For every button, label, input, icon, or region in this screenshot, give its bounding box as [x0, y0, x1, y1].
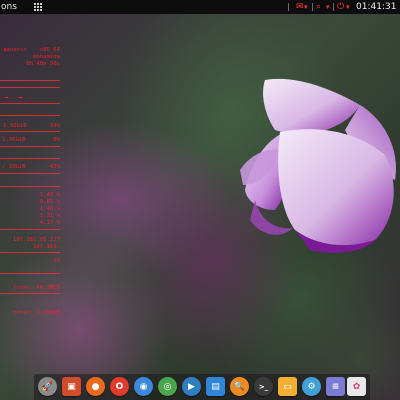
settings-icon[interactable]: ⚙ [302, 377, 321, 396]
local-ip: 197.181. [33, 244, 60, 250]
kernel-arch: x86_64 [39, 47, 60, 53]
disk-value: / 15GiB [2, 164, 26, 170]
document-icon[interactable]: ≡ [326, 377, 345, 396]
load-value-3: 1.48 % [39, 206, 60, 212]
opera-icon[interactable]: O [110, 377, 129, 396]
swap2-percent: 0% [53, 137, 60, 143]
power-icon[interactable]: ⏻ [337, 0, 344, 14]
load-value-4: 1.31 % [39, 213, 60, 219]
net-percent: 1% [53, 258, 60, 264]
browser-icon[interactable]: ◎ [158, 377, 177, 396]
window-icon[interactable]: ▤ [206, 377, 225, 396]
files-icon[interactable]: ▭ [278, 377, 297, 396]
chevron-down-icon-2[interactable]: ▾ [326, 0, 330, 14]
uptime: 0h 40m 50s [26, 61, 60, 67]
software-center-icon[interactable]: ▣ [62, 377, 81, 396]
image-viewer-icon[interactable]: ✿ [347, 377, 366, 396]
swap1-value: 1.92GiB [3, 123, 27, 129]
globe-icon[interactable]: ◉ [134, 377, 153, 396]
public-ip: 197.181.85.117 [12, 237, 60, 243]
firefox-icon[interactable]: ● [86, 377, 105, 396]
load-value-2: 0.85 % [39, 199, 60, 205]
swap2-value: 1.96GiB [2, 137, 26, 143]
workspaces-grid-icon[interactable] [34, 3, 42, 11]
media-player-icon[interactable]: ▶ [182, 377, 201, 396]
terminal-icon[interactable]: >_ [254, 377, 273, 396]
chevron-down-icon[interactable]: ▾ [304, 0, 308, 14]
net-total-up: total: 1.15MiB [12, 310, 60, 316]
mail-icon[interactable]: ✉ [296, 0, 304, 14]
chevron-down-icon-3[interactable]: ▾ [346, 0, 350, 14]
clock[interactable]: 01:41:31 PM [356, 0, 400, 14]
cpu-graph: ▂▁▃▁▂▁▁▂▃▂▁▁▂ [0, 94, 32, 98]
search-icon[interactable]: 🔍 [230, 377, 249, 396]
conky-monitor: -generic x86_64 mohamida 0h 40m 50s ▂▁▃▁▂… [0, 14, 62, 344]
kernel-suffix: -generic [0, 47, 27, 53]
user-name: mohamida [33, 54, 60, 60]
dock: 🚀 ▣ ● O ◉ ◎ ▶ ▤ 🔍 >_ ▭ ⚙ ≡ ✿ [34, 374, 370, 400]
load-value-1: 1.48 % [39, 192, 60, 198]
search-indicator-icon[interactable]: ⌕ [316, 0, 321, 14]
launcher-icon[interactable]: 🚀 [38, 377, 57, 396]
load-value-5: 4.17 % [39, 220, 60, 226]
applications-menu[interactable]: ons [0, 0, 17, 14]
net-total-down: total: 46.3MiB [12, 285, 60, 291]
flower-image [240, 78, 396, 253]
top-panel: ons ✉ ▾ ⌕ ▾ ⏻ ▾ 01:41:31 PM [0, 0, 400, 14]
disk-percent: 43% [49, 164, 60, 170]
swap1-percent: 34% [49, 123, 60, 129]
